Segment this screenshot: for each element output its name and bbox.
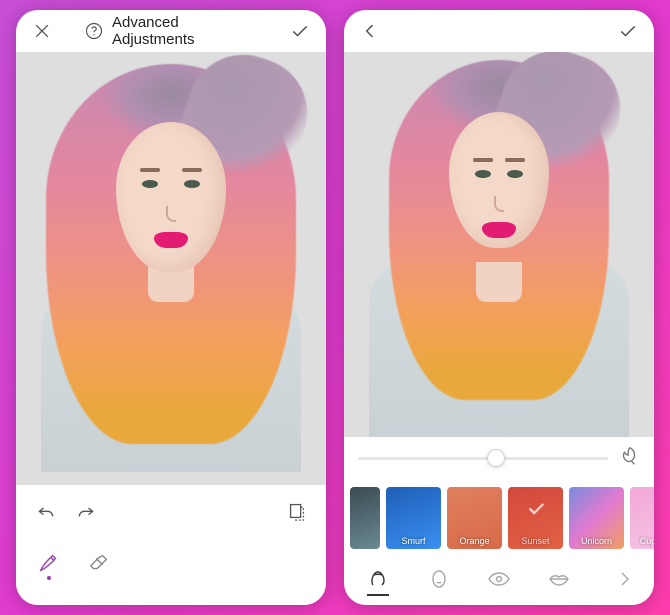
category-tabs [344,557,654,605]
swatch-label: Smurf [401,536,425,546]
brush-tool[interactable] [38,552,60,580]
slider-thumb[interactable] [487,449,505,467]
check-icon [525,497,547,524]
confirm-icon[interactable] [616,19,640,43]
close-icon[interactable] [30,19,54,43]
swatch-label: Orange [459,536,489,546]
color-swatch-row: SmurfOrangeSunsetUnicornCupcakeSprite [344,479,654,557]
intensity-slider-row [344,437,654,479]
swatch-label: Cupcake [640,536,654,546]
swatch-label: Sunset [521,536,549,546]
help-icon[interactable] [84,21,104,41]
eraser-tool[interactable] [88,552,110,580]
image-preview [344,52,654,437]
tab-more[interactable] [597,567,643,596]
tab-eyes[interactable] [476,567,522,596]
swatch-label: Unicorn [581,536,612,546]
swatch-sunset[interactable]: Sunset [508,487,563,549]
back-icon[interactable] [358,19,382,43]
phone-screen-left: Advanced Adjustments [16,10,326,605]
tab-lips[interactable] [536,567,582,596]
bottom-toolbar [16,485,326,605]
swatch-orange[interactable]: Orange [447,487,502,549]
redo-icon[interactable] [74,501,98,525]
swatch-partial-left[interactable] [350,487,380,549]
intensity-slider[interactable] [358,457,608,460]
fine-tune-icon[interactable] [618,445,640,472]
swatch-unicorn[interactable]: Unicorn [569,487,624,549]
page-title: Advanced Adjustments [112,14,258,48]
topbar [344,10,654,52]
confirm-icon[interactable] [288,19,312,43]
topbar: Advanced Adjustments [16,10,326,52]
tab-face[interactable] [416,567,462,596]
swatch-smurf[interactable]: Smurf [386,487,441,549]
compare-icon[interactable] [286,500,308,527]
phone-screen-right: SmurfOrangeSunsetUnicornCupcakeSprite [344,10,654,605]
image-preview [16,52,326,485]
undo-icon[interactable] [34,501,58,525]
swatch-cupcake[interactable]: Cupcake [630,487,654,549]
tab-hair[interactable] [355,567,401,596]
